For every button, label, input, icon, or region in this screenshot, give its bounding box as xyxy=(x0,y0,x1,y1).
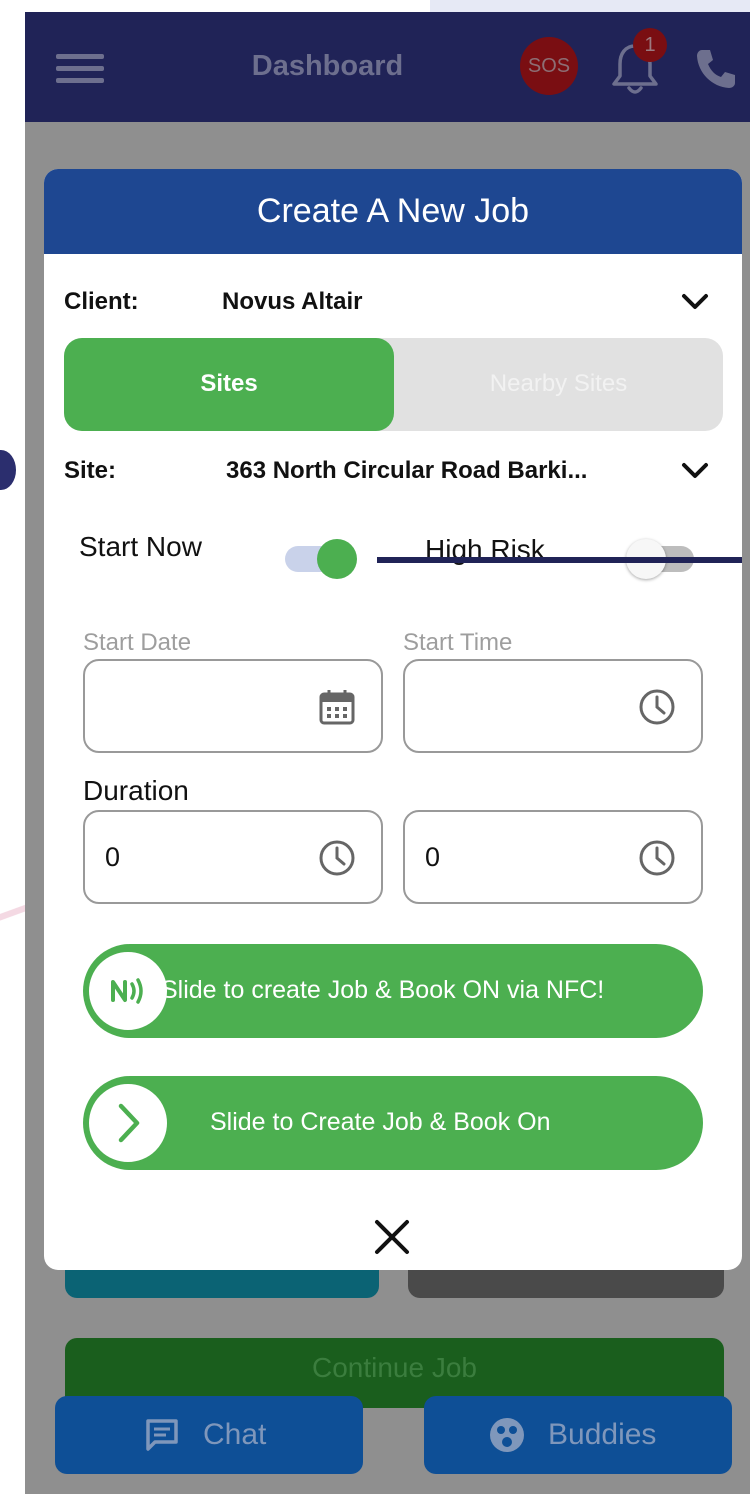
start-now-label: Start Now xyxy=(79,531,202,562)
clock-icon xyxy=(319,840,355,876)
modal-header: Create A New Job xyxy=(44,169,742,254)
tab-sites-label: Sites xyxy=(200,370,258,397)
backdrop-strip xyxy=(430,0,750,12)
client-select[interactable]: Novus Altair xyxy=(222,288,362,316)
chat-label: Chat xyxy=(203,1418,267,1451)
clock-icon xyxy=(639,840,675,876)
duration-minutes-field[interactable]: 0 xyxy=(403,810,703,904)
site-select[interactable]: 363 North Circular Road Barki... xyxy=(226,457,587,485)
site-label: Site: xyxy=(64,457,117,484)
duration-hours-value: 0 xyxy=(105,842,121,872)
create-job-slide-button[interactable]: Slide to Create Job & Book On xyxy=(83,1076,703,1170)
app-bar: Dashboard SOS 1 xyxy=(25,12,750,122)
duration-hours-field[interactable]: 0 xyxy=(83,810,383,904)
page-title: Dashboard xyxy=(251,50,404,82)
duration-label: Duration xyxy=(83,775,189,806)
calendar-icon xyxy=(319,690,355,725)
sos-button[interactable]: SOS xyxy=(520,37,578,95)
chevron-down-icon[interactable] xyxy=(681,293,709,311)
annotation-line xyxy=(377,557,742,563)
continue-job-label: Continue Job xyxy=(311,1352,477,1383)
create-job-slide-handle[interactable] xyxy=(85,1080,171,1166)
modal-title: Create A New Job xyxy=(256,192,530,230)
start-time-field[interactable] xyxy=(403,659,703,753)
nfc-slide-label: Slide to create Job & Book ON via NFC! xyxy=(161,976,605,1004)
chat-button[interactable]: Chat xyxy=(55,1396,363,1474)
create-job-modal: Create A New Job Client: Novus Altair Si… xyxy=(44,169,742,1270)
phone-icon[interactable] xyxy=(693,46,739,92)
buddies-icon xyxy=(490,1418,524,1452)
chevron-right-icon xyxy=(118,1103,140,1143)
start-date-label: Start Date xyxy=(83,629,192,656)
nfc-slide-handle[interactable] xyxy=(85,948,171,1034)
tab-nearby-sites[interactable]: Nearby Sites xyxy=(394,370,723,398)
site-mode-tabs: Sites Nearby Sites xyxy=(64,338,723,431)
duration-minutes-value: 0 xyxy=(425,842,441,872)
buddies-label: Buddies xyxy=(548,1418,657,1451)
close-icon[interactable] xyxy=(372,1217,412,1257)
start-time-label: Start Time xyxy=(403,629,513,656)
phone-screen: Dashboard SOS 1 Continue Job Chat Buddie… xyxy=(25,12,750,1494)
create-job-slide-label: Slide to Create Job & Book On xyxy=(210,1108,551,1136)
tab-sites[interactable]: Sites xyxy=(64,338,394,431)
nfc-icon xyxy=(111,978,143,1004)
hamburger-icon[interactable] xyxy=(56,54,104,84)
clock-icon xyxy=(639,689,675,725)
client-label: Client: xyxy=(64,288,139,315)
start-now-toggle-knob[interactable] xyxy=(317,539,357,579)
notification-badge: 1 xyxy=(633,28,667,62)
backdrop-dot xyxy=(0,450,16,490)
chat-icon xyxy=(146,1419,178,1451)
buddies-button[interactable]: Buddies xyxy=(424,1396,732,1474)
nfc-slide-button[interactable]: Slide to create Job & Book ON via NFC! xyxy=(83,944,703,1038)
chevron-down-icon[interactable] xyxy=(681,462,709,480)
start-date-field[interactable] xyxy=(83,659,383,753)
